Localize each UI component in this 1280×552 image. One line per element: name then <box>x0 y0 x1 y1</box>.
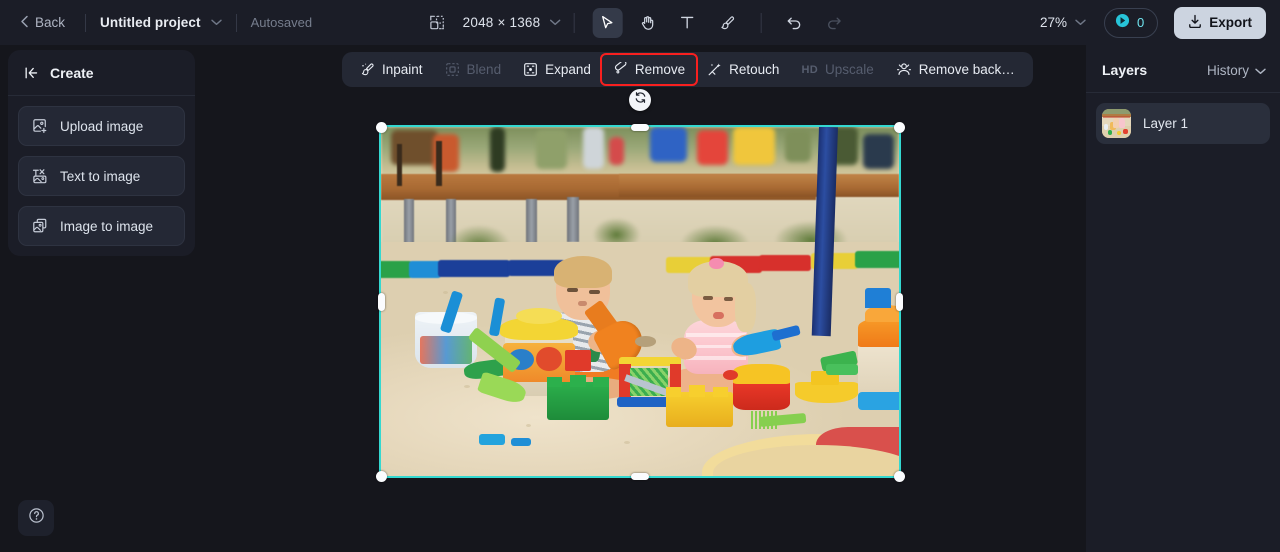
collapse-panel-icon[interactable] <box>24 66 40 80</box>
create-sidebar-items: Upload image Text to image Image to imag… <box>8 96 195 256</box>
image-editor-app: Back Untitled project Autosaved 2048 × 1… <box>0 0 1280 552</box>
create-sidebar-title: Create <box>50 65 94 81</box>
credits-count: 0 <box>1137 15 1145 30</box>
undo-button[interactable] <box>779 8 809 38</box>
help-button[interactable] <box>18 500 54 536</box>
autosaved-status: Autosaved <box>250 15 313 30</box>
sidebar-item-label: Text to image <box>60 168 141 184</box>
topbar-left-group: Back Untitled project Autosaved <box>0 0 312 45</box>
layers-panel: Layers History Layer 1 <box>1086 45 1280 552</box>
project-menu-chevron-down-icon[interactable] <box>210 19 222 26</box>
redo-button[interactable] <box>819 8 849 38</box>
chevron-down-icon <box>1255 63 1266 78</box>
layers-panel-header: Layers History <box>1086 45 1280 93</box>
chevron-left-icon <box>20 15 29 30</box>
divider <box>573 12 575 33</box>
history-tab[interactable]: History <box>1207 63 1266 78</box>
divider <box>235 13 237 32</box>
top-toolbar: Back Untitled project Autosaved 2048 × 1… <box>0 0 1280 45</box>
text-to-image-icon <box>32 168 48 184</box>
hand-tool[interactable] <box>632 8 662 38</box>
layer-item[interactable]: Layer 1 <box>1096 103 1270 144</box>
canvas-resize-icon[interactable] <box>426 11 449 34</box>
sidebar-item-upload-image[interactable]: Upload image <box>18 106 185 146</box>
credits-badge[interactable]: 0 <box>1104 7 1159 38</box>
resize-handle-bottom-left[interactable] <box>375 470 387 482</box>
canvas-dimensions-label: 2048 × 1368 <box>462 15 541 30</box>
select-tool[interactable] <box>592 7 623 38</box>
resize-handle-top-center[interactable] <box>631 123 649 131</box>
canvas-dimensions-chevron-down-icon[interactable] <box>549 19 561 26</box>
toy-castle-green <box>546 381 609 421</box>
sidebar-item-label: Upload image <box>60 118 144 134</box>
resize-handle-top-right[interactable] <box>893 121 905 133</box>
layer-thumbnail <box>1102 109 1131 138</box>
help-circle-icon <box>28 507 45 529</box>
create-sidebar-header: Create <box>8 50 195 96</box>
zoom-level-label: 27% <box>1039 15 1067 30</box>
history-label: History <box>1206 62 1249 78</box>
selected-image-object[interactable] <box>375 89 905 482</box>
export-button-label: Export <box>1209 15 1252 30</box>
canvas-area[interactable] <box>195 45 1086 552</box>
back-button-label: Back <box>35 15 66 30</box>
upload-image-icon <box>32 118 48 134</box>
resize-handle-middle-left[interactable] <box>377 292 385 311</box>
create-sidebar: Create Upload image Text to image Image … <box>8 50 195 256</box>
divider <box>85 13 87 32</box>
image-selection-frame[interactable] <box>379 125 901 478</box>
topbar-center-group: 2048 × 1368 <box>426 0 855 45</box>
sidebar-item-text-to-image[interactable]: Text to image <box>18 156 185 196</box>
topbar-right-group: 27% 0 Export <box>1040 0 1266 45</box>
resize-handle-bottom-right[interactable] <box>893 470 905 482</box>
image-to-image-icon <box>32 218 48 234</box>
sandbox-photo <box>381 127 899 476</box>
sidebar-item-image-to-image[interactable]: Image to image <box>18 206 185 246</box>
back-button[interactable]: Back <box>14 10 71 35</box>
brush-tool[interactable] <box>712 8 742 38</box>
project-name[interactable]: Untitled project <box>100 15 201 30</box>
download-icon <box>1188 14 1202 32</box>
sidebar-item-label: Image to image <box>60 218 154 234</box>
export-button[interactable]: Export <box>1174 6 1266 39</box>
credit-coin-icon <box>1115 13 1130 33</box>
layers-panel-title: Layers <box>1102 62 1148 78</box>
text-tool[interactable] <box>672 8 702 38</box>
layers-list: Layer 1 <box>1086 93 1280 154</box>
resize-handle-middle-right[interactable] <box>895 292 903 311</box>
resize-handle-bottom-center[interactable] <box>631 472 649 480</box>
divider <box>760 12 762 33</box>
layer-name: Layer 1 <box>1143 116 1189 131</box>
rotate-handle[interactable] <box>629 89 651 111</box>
resize-handle-top-left[interactable] <box>375 121 387 133</box>
zoom-chevron-down-icon[interactable] <box>1075 19 1086 26</box>
refresh-rotate-icon <box>634 91 647 109</box>
